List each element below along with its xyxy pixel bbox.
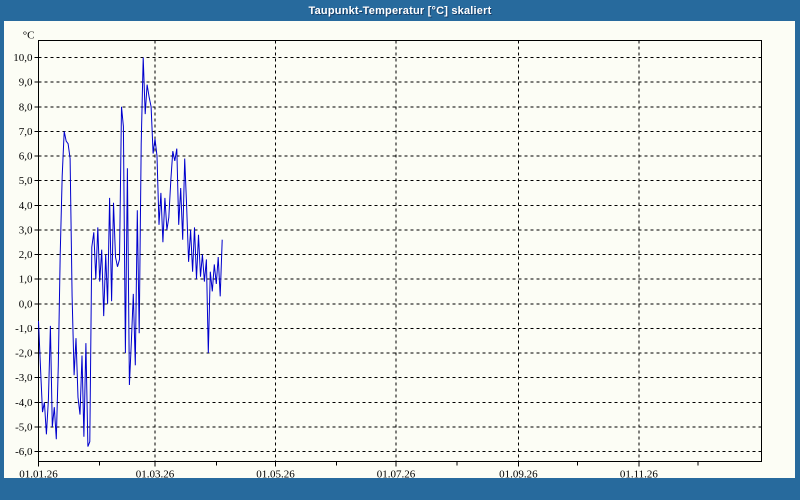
window-title: Taupunkt-Temperatur [°C] skaliert (308, 4, 492, 17)
window-titlebar[interactable]: Taupunkt-Temperatur [°C] skaliert (0, 0, 800, 21)
chart-panel (4, 21, 795, 478)
app-window: Taupunkt-Temperatur [°C] skaliert 10,0 9,… (0, 0, 800, 500)
